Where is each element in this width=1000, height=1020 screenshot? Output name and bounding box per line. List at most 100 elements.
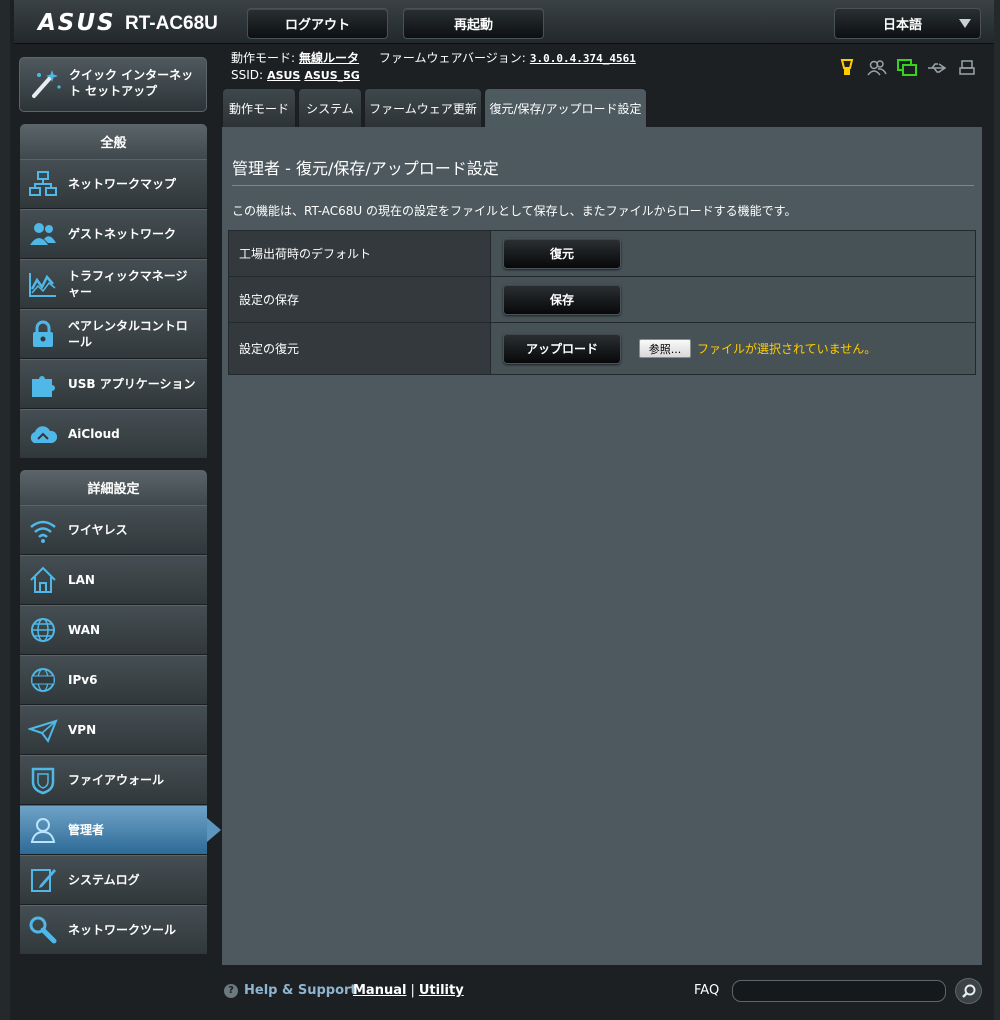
- sidebar-item-parental-control[interactable]: ペアレンタルコントロール: [20, 309, 207, 359]
- help-support-label: Help & Support: [244, 983, 357, 998]
- puzzle-icon: [32, 376, 55, 397]
- home-icon: [30, 566, 56, 593]
- save-button[interactable]: 保存: [503, 284, 621, 315]
- sidebar-item-label: ファイアウォール: [68, 773, 165, 787]
- help-icon: ?: [224, 983, 238, 998]
- sidebar-item-label: ゲストネットワーク: [68, 227, 177, 241]
- model-name: RT-AC68U: [125, 13, 218, 34]
- sidebar-item-label: LAN: [68, 573, 95, 587]
- ssid-label: SSID:: [231, 68, 264, 82]
- sidebar-item-label: ネットワークマップ: [68, 177, 177, 191]
- ssid-link-24g[interactable]: ASUS: [267, 69, 300, 82]
- sidebar-item-ipv6[interactable]: IPv6: [20, 655, 207, 705]
- sidebar-item-administration[interactable]: 管理者: [20, 805, 221, 855]
- network-map-icon: [29, 171, 57, 196]
- admin-user-icon: [30, 818, 56, 843]
- sidebar-item-vpn[interactable]: VPN: [20, 705, 207, 755]
- usb-icon[interactable]: [926, 57, 947, 78]
- mode-link[interactable]: 無線ルータ: [299, 51, 359, 65]
- language-value: 日本語: [883, 18, 923, 33]
- wrench-icon: [29, 916, 57, 944]
- sidebar-item-label: WAN: [68, 623, 101, 637]
- ssid-link-5g[interactable]: ASUS_5G: [304, 69, 359, 82]
- faq-search-button[interactable]: [955, 978, 982, 1004]
- mode-label: 動作モード:: [231, 51, 296, 65]
- advanced-section-header: 詳細設定: [20, 470, 207, 505]
- sidebar-item-label: VPN: [68, 723, 97, 737]
- notification-icon[interactable]: [836, 57, 857, 78]
- asus-logo: ASUS: [38, 10, 116, 36]
- upload-button[interactable]: アップロード: [503, 333, 621, 364]
- restore-setting-label: 設定の復元: [228, 322, 491, 375]
- faq-label: FAQ: [694, 983, 720, 998]
- sidebar-item-network-map[interactable]: ネットワークマップ: [20, 159, 207, 209]
- general-section-header: 全般: [20, 124, 207, 159]
- magic-wand-icon: [32, 70, 61, 98]
- tab-restore-save-upload[interactable]: 復元/保存/アップロード設定: [484, 88, 647, 127]
- guest-network-icon: [30, 223, 56, 245]
- ipv6-globe-icon: [31, 668, 55, 692]
- sidebar-item-guest-network[interactable]: ゲストネットワーク: [20, 209, 207, 259]
- quick-setup-label: クイック インターネット セットアップ: [69, 68, 194, 98]
- sidebar-item-traffic-manager[interactable]: トラフィックマネージャー: [20, 259, 207, 309]
- sidebar-item-wan[interactable]: WAN: [20, 605, 207, 655]
- manual-link[interactable]: Manual: [353, 983, 406, 998]
- chevron-down-icon: [959, 19, 971, 28]
- sidebar-item-label: ペアレンタルコントロール: [68, 319, 188, 349]
- edit-log-icon: [31, 869, 56, 892]
- traffic-manager-icon: [29, 273, 56, 297]
- browse-file-button[interactable]: 参照...: [639, 339, 691, 358]
- page-title: 管理者 - 復元/保存/アップロード設定: [232, 159, 499, 178]
- faq-search-input[interactable]: [732, 980, 946, 1002]
- sidebar-item-firewall[interactable]: ファイアウォール: [20, 755, 207, 805]
- factory-default-label: 工場出荷時のデフォルト: [228, 230, 491, 277]
- clients-icon[interactable]: [866, 57, 887, 78]
- settings-table: 工場出荷時のデフォルト 復元 設定の保存 保存 設定の復元 アップロード 参照..…: [228, 230, 976, 375]
- cloud-icon: [30, 426, 58, 443]
- sidebar-item-system-log[interactable]: システムログ: [20, 855, 207, 905]
- no-file-selected-text: ファイルが選択されていません。: [697, 342, 877, 356]
- tab-firmware-upgrade[interactable]: ファームウェア更新: [364, 88, 482, 127]
- wifi-icon: [30, 520, 56, 543]
- table-row: 設定の保存 保存: [228, 276, 976, 323]
- shield-icon: [31, 767, 55, 795]
- lock-icon: [33, 320, 53, 347]
- sidebar-item-label: トラフィックマネージャー: [68, 269, 188, 299]
- sidebar-item-label: システムログ: [68, 873, 140, 887]
- main-content: 管理者 - 復元/保存/アップロード設定 この機能は、RT-AC68U の現在の…: [222, 127, 982, 965]
- page-description: この機能は、RT-AC68U の現在の設定をファイルとして保存し、またファイルか…: [232, 204, 797, 218]
- vpn-icon: [28, 719, 58, 744]
- utility-link[interactable]: Utility: [419, 983, 464, 998]
- logout-button[interactable]: ログアウト: [247, 8, 388, 39]
- table-row: 設定の復元 アップロード 参照... ファイルが選択されていません。: [228, 322, 976, 375]
- title-divider: [232, 185, 974, 186]
- sidebar-item-label: AiCloud: [68, 427, 120, 441]
- reboot-button[interactable]: 再起動: [403, 8, 544, 39]
- sidebar-item-usb-application[interactable]: USB アプリケーション: [20, 359, 207, 409]
- ssid-line: SSID: ASUS ASUS_5G: [231, 68, 360, 82]
- restore-button[interactable]: 復元: [503, 238, 621, 269]
- sidebar-item-label: 管理者: [68, 823, 105, 837]
- sidebar-item-lan[interactable]: LAN: [20, 555, 207, 605]
- printer-icon[interactable]: [956, 57, 977, 78]
- help-support-link[interactable]: ? Help & Support: [224, 983, 357, 998]
- info-line: 動作モード: 無線ルータ ファームウェアバージョン: 3.0.0.4.374_456…: [231, 49, 636, 66]
- sidebar-item-aicloud[interactable]: AiCloud: [20, 409, 207, 459]
- sidebar-item-label: USB アプリケーション: [68, 377, 196, 391]
- search-icon: [961, 984, 975, 998]
- tab-operation-mode[interactable]: 動作モード: [222, 88, 296, 127]
- footer-links: Manual | Utility: [353, 983, 464, 998]
- firmware-label: ファームウェアバージョン:: [378, 51, 526, 65]
- status-icons: [836, 57, 977, 78]
- save-setting-label: 設定の保存: [228, 276, 491, 323]
- tab-system[interactable]: システム: [298, 88, 362, 127]
- sidebar-item-label: ネットワークツール: [68, 923, 177, 937]
- table-row: 工場出荷時のデフォルト 復元: [228, 230, 976, 277]
- sidebar-item-label: ワイヤレス: [68, 523, 128, 537]
- sidebar-item-wireless[interactable]: ワイヤレス: [20, 505, 207, 555]
- quick-setup-button[interactable]: クイック インターネット セットアップ: [19, 57, 207, 112]
- sidebar-item-network-tools[interactable]: ネットワークツール: [20, 905, 207, 955]
- firmware-link[interactable]: 3.0.0.4.374_4561: [530, 52, 636, 65]
- network-status-icon[interactable]: [896, 57, 917, 78]
- language-select[interactable]: 日本語: [834, 8, 981, 39]
